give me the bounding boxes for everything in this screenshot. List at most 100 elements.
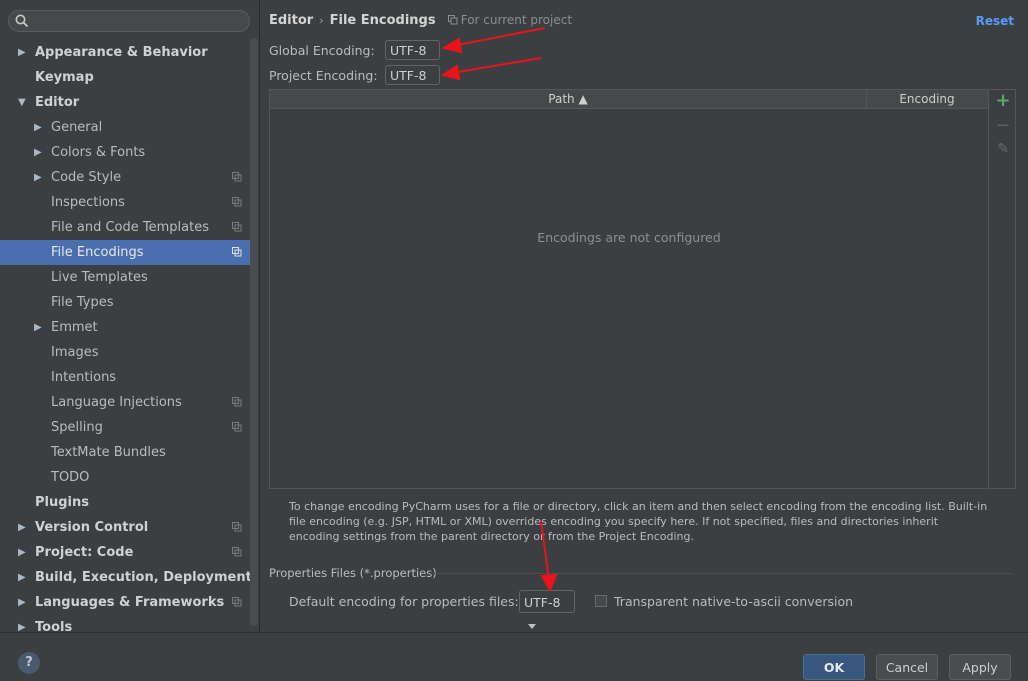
- dialog-footer: ? OK Cancel Apply: [0, 632, 1028, 680]
- copy-icon: [447, 15, 458, 25]
- cancel-button[interactable]: Cancel: [876, 654, 938, 680]
- sidebar-item-label: Build, Execution, Deployment: [35, 570, 252, 585]
- sidebar-scrollbar[interactable]: [250, 38, 258, 626]
- sidebar-item-label: File Encodings: [51, 245, 144, 260]
- sidebar-item-project-code[interactable]: ▶ Project: Code: [0, 540, 250, 565]
- sidebar-item-version-control[interactable]: ▶ Version Control: [0, 515, 250, 540]
- apply-button[interactable]: Apply: [949, 654, 1011, 680]
- global-encoding-value: UTF-8: [390, 43, 427, 58]
- scope-indicator: For current project: [447, 13, 573, 27]
- ok-button[interactable]: OK: [803, 654, 865, 680]
- global-encoding-dropdown[interactable]: UTF-8: [385, 40, 440, 74]
- sidebar-item-code-style[interactable]: ▶ Code Style: [0, 165, 250, 190]
- project-encoding-dropdown[interactable]: UTF-8: [385, 65, 440, 99]
- sidebar-item-label: File and Code Templates: [51, 220, 209, 235]
- project-encoding-value: UTF-8: [390, 68, 427, 83]
- breadcrumb-parent: Editor: [269, 13, 314, 28]
- sidebar-item-label: Languages & Frameworks: [35, 595, 225, 610]
- sidebar-item-todo[interactable]: TODO: [0, 465, 250, 490]
- properties-encoding-value: UTF-8: [524, 595, 561, 610]
- chevron-right-icon[interactable]: ▶: [18, 515, 26, 540]
- chevron-right-icon[interactable]: ▶: [34, 140, 42, 165]
- chevron-right-icon[interactable]: ▶: [18, 590, 26, 615]
- help-description: To change encoding PyCharm uses for a fi…: [289, 500, 988, 543]
- copy-icon: [232, 197, 242, 207]
- sidebar-item-spelling[interactable]: Spelling: [0, 415, 250, 440]
- search-icon: [15, 14, 29, 28]
- chevron-down-icon: [528, 624, 536, 629]
- sidebar-item-label: Spelling: [51, 420, 103, 435]
- copy-icon: [232, 522, 242, 532]
- reset-link[interactable]: Reset: [976, 14, 1014, 28]
- copy-icon: [232, 172, 242, 182]
- sidebar-item-label: Images: [51, 345, 99, 360]
- sidebar-item-plugins[interactable]: Plugins: [0, 490, 250, 515]
- table-header: Path ▲ Encoding: [270, 90, 988, 109]
- settings-tree: ▶ Appearance & Behavior Keymap ▼ Editor ▶ Gene…: [0, 40, 252, 640]
- help-icon[interactable]: ?: [18, 652, 40, 674]
- copy-icon: [232, 222, 242, 232]
- sidebar-item-label: Editor: [35, 95, 80, 110]
- sidebar-item-label: TODO: [51, 470, 90, 485]
- copy-icon: [232, 247, 242, 257]
- search-input[interactable]: [8, 10, 250, 32]
- copy-icon: [232, 597, 242, 607]
- breadcrumb: Editor › File Encodings For current projec…: [269, 13, 572, 28]
- properties-encoding-dropdown[interactable]: UTF-8: [519, 590, 575, 629]
- sidebar-item-label: Version Control: [35, 520, 149, 535]
- copy-icon: [232, 397, 242, 407]
- column-header-path[interactable]: Path ▲: [270, 90, 867, 108]
- breadcrumb-separator: ›: [319, 14, 324, 27]
- chevron-right-icon[interactable]: ▶: [34, 115, 42, 140]
- empty-table-message: Encodings are not configured: [537, 230, 721, 245]
- sidebar-item-label: File Types: [51, 295, 114, 310]
- copy-icon: [232, 422, 242, 432]
- sidebar-item-label: TextMate Bundles: [51, 445, 166, 460]
- properties-default-label: Default encoding for properties files:: [289, 594, 519, 609]
- chevron-right-icon[interactable]: ▶: [18, 565, 26, 590]
- chevron-right-icon[interactable]: ▶: [18, 540, 26, 565]
- sidebar-item-label: General: [51, 120, 103, 135]
- sidebar-item-label: Live Templates: [51, 270, 148, 285]
- sidebar-item-inspections[interactable]: Inspections: [0, 190, 250, 215]
- sidebar-item-appearance-behavior[interactable]: ▶ Appearance & Behavior: [0, 40, 250, 65]
- project-encoding-label: Project Encoding:: [269, 68, 378, 83]
- edit-icon[interactable]: ✎: [990, 141, 1016, 157]
- chevron-down-icon[interactable]: ▼: [18, 90, 26, 115]
- copy-icon: [232, 547, 242, 557]
- sidebar-item-file-and-code-templates[interactable]: File and Code Templates: [0, 215, 250, 240]
- sidebar-item-editor[interactable]: ▼ Editor: [0, 90, 250, 115]
- scope-label: For current project: [460, 13, 573, 27]
- sidebar-item-images[interactable]: Images: [0, 340, 250, 365]
- remove-icon[interactable]: −: [990, 115, 1016, 136]
- group-divider: [430, 573, 1013, 574]
- sidebar-item-file-types[interactable]: File Types: [0, 290, 250, 315]
- chevron-right-icon[interactable]: ▶: [34, 165, 42, 190]
- sidebar-item-live-templates[interactable]: Live Templates: [0, 265, 250, 290]
- chevron-right-icon[interactable]: ▶: [34, 315, 42, 340]
- sidebar-item-emmet[interactable]: ▶ Emmet: [0, 315, 250, 340]
- sidebar-item-general[interactable]: ▶ General: [0, 115, 250, 140]
- sidebar-item-label: Appearance & Behavior: [35, 45, 208, 60]
- encodings-table[interactable]: Path ▲ Encoding Encodings are not config…: [269, 89, 989, 489]
- sidebar-item-keymap[interactable]: Keymap: [0, 65, 250, 90]
- page-title: File Encodings: [329, 13, 436, 28]
- sidebar-item-label: Keymap: [35, 70, 94, 85]
- transparent-conversion-label[interactable]: Transparent native-to-ascii conversion: [614, 594, 853, 609]
- chevron-right-icon[interactable]: ▶: [18, 40, 26, 65]
- sidebar-item-colors-fonts[interactable]: ▶ Colors & Fonts: [0, 140, 250, 165]
- add-icon[interactable]: +: [990, 90, 1016, 111]
- sidebar-item-label: Plugins: [35, 495, 89, 510]
- sidebar-item-textmate-bundles[interactable]: TextMate Bundles: [0, 440, 250, 465]
- sidebar-item-intentions[interactable]: Intentions: [0, 365, 250, 390]
- sidebar-item-label: Code Style: [51, 170, 122, 185]
- sidebar-item-languages-frameworks[interactable]: ▶ Languages & Frameworks: [0, 590, 250, 615]
- sidebar-item-file-encodings[interactable]: File Encodings: [0, 240, 250, 265]
- properties-group-title: Properties Files (*.properties): [269, 566, 437, 580]
- transparent-conversion-checkbox[interactable]: [595, 595, 607, 607]
- sidebar-item-language-injections[interactable]: Language Injections: [0, 390, 250, 415]
- column-header-encoding[interactable]: Encoding: [867, 90, 987, 108]
- settings-sidebar: ▶ Appearance & Behavior Keymap ▼ Editor ▶ Gene…: [0, 0, 260, 635]
- sidebar-item-build-execution-deployment[interactable]: ▶ Build, Execution, Deployment: [0, 565, 252, 590]
- sidebar-item-label: Intentions: [51, 370, 117, 385]
